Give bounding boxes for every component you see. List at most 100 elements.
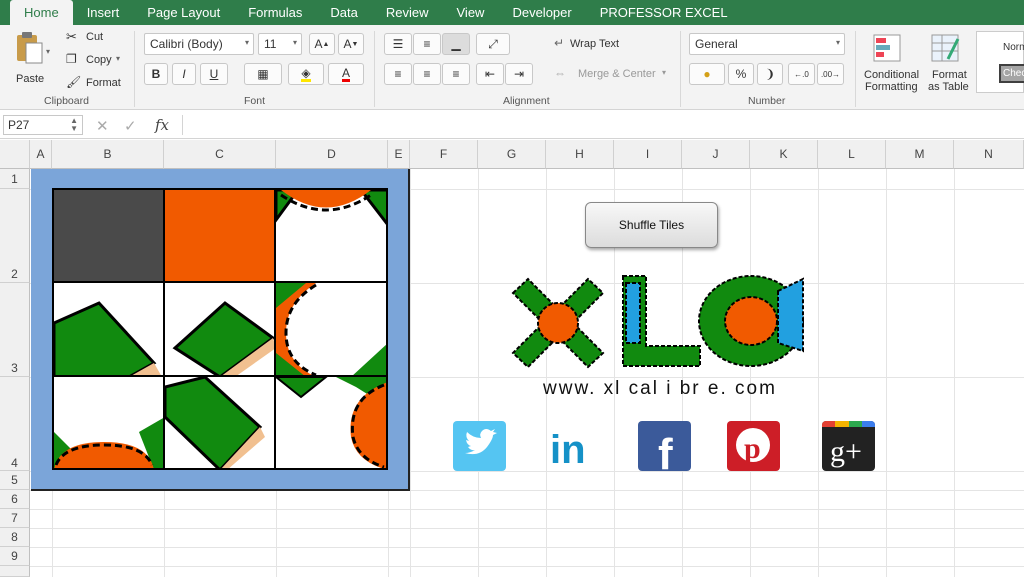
column-header-m[interactable]: M xyxy=(886,140,954,169)
insert-function-icon[interactable]: fx xyxy=(155,116,169,134)
row-header-10[interactable] xyxy=(0,566,30,577)
select-all-corner[interactable] xyxy=(0,140,30,169)
copy-button[interactable]: ❐ Copy ▾ xyxy=(66,52,126,68)
cancel-icon[interactable]: ✕ xyxy=(96,117,109,135)
tab-review[interactable]: Review xyxy=(372,0,443,25)
shuffle-tiles-button[interactable]: Shuffle Tiles xyxy=(585,202,718,248)
underline-button[interactable]: U xyxy=(200,63,228,85)
gridline xyxy=(546,169,547,577)
svg-text:in: in xyxy=(550,428,586,471)
accounting-button[interactable]: ● xyxy=(689,63,725,85)
format-as-table-button[interactable]: Format as Table xyxy=(926,31,974,93)
column-header-c[interactable]: C xyxy=(164,140,276,169)
style-normal[interactable]: Norm xyxy=(1003,42,1024,53)
align-right-button[interactable]: ≡ xyxy=(442,63,470,85)
cell-styles-gallery[interactable]: Norm Chec xyxy=(976,31,1024,93)
formula-input[interactable] xyxy=(182,115,1018,135)
puzzle-tile[interactable] xyxy=(164,376,275,469)
row-header-7[interactable]: 7 xyxy=(0,509,30,528)
font-size-select[interactable]: 11 ▾ xyxy=(258,33,302,55)
row-header-5[interactable]: 5 xyxy=(0,471,30,490)
chevron-down-icon: ▾ xyxy=(662,68,667,77)
italic-button[interactable]: I xyxy=(172,63,196,85)
align-middle-button[interactable]: ≡ xyxy=(413,33,441,55)
wrap-text-button[interactable]: ↵ Wrap Text xyxy=(554,36,634,52)
style-check-cell[interactable]: Chec xyxy=(999,64,1024,83)
number-format-select[interactable]: General ▾ xyxy=(689,33,845,55)
twitter-icon[interactable] xyxy=(453,421,506,471)
conditional-formatting-label-2: Formatting xyxy=(865,81,918,93)
column-header-b[interactable]: B xyxy=(52,140,164,169)
tab-formulas[interactable]: Formulas xyxy=(234,0,316,25)
checkmark-icon[interactable]: ✓ xyxy=(124,117,137,135)
row-header-1[interactable]: 1 xyxy=(0,169,30,189)
increase-decimal-button[interactable]: ←.0 xyxy=(788,63,815,85)
tab-page-layout[interactable]: Page Layout xyxy=(133,0,234,25)
column-header-i[interactable]: I xyxy=(614,140,682,169)
column-header-n[interactable]: N xyxy=(954,140,1024,169)
align-bottom-button[interactable]: ▁ xyxy=(442,33,470,55)
decrease-font-button[interactable]: A ▼ xyxy=(338,33,364,55)
puzzle-tile[interactable] xyxy=(53,376,164,469)
column-header-e[interactable]: E xyxy=(388,140,410,169)
column-header-k[interactable]: K xyxy=(750,140,818,169)
format-painter-button[interactable]: 🖌 Format xyxy=(66,75,126,91)
puzzle-tile-empty[interactable] xyxy=(53,189,164,282)
column-header-d[interactable]: D xyxy=(276,140,388,169)
borders-button[interactable]: ▦ xyxy=(244,63,282,85)
merge-center-button[interactable]: ⇔ Merge & Center ▾ xyxy=(554,66,674,82)
comma-style-button[interactable]: ❩ xyxy=(757,63,783,85)
tab-data[interactable]: Data xyxy=(316,0,371,25)
decrease-decimal-button[interactable]: .00→ xyxy=(817,63,844,85)
row-header-3[interactable]: 3 xyxy=(0,283,30,377)
orientation-button[interactable]: ⤢ xyxy=(476,33,510,55)
puzzle-tile[interactable] xyxy=(164,189,275,282)
format-painter-label: Format xyxy=(86,77,121,89)
increase-font-button[interactable]: A ▲ xyxy=(309,33,335,55)
paste-dropdown-icon[interactable]: ▾ xyxy=(46,47,50,56)
column-header-l[interactable]: L xyxy=(818,140,886,169)
fill-color-button[interactable]: ◈ xyxy=(288,63,324,85)
row-header-2[interactable]: 2 xyxy=(0,189,30,283)
bold-button[interactable]: B xyxy=(144,63,168,85)
tab-home[interactable]: Home xyxy=(10,0,73,25)
tab-view[interactable]: View xyxy=(443,0,499,25)
column-header-f[interactable]: F xyxy=(410,140,478,169)
tab-developer[interactable]: Developer xyxy=(498,0,585,25)
format-table-icon xyxy=(931,34,960,62)
puzzle-tile[interactable] xyxy=(275,282,387,376)
row-header-6[interactable]: 6 xyxy=(0,490,30,509)
align-left-button[interactable]: ≡ xyxy=(384,63,412,85)
name-box[interactable]: P27 ▲ ▼ xyxy=(3,115,83,135)
linkedin-icon[interactable]: in xyxy=(548,421,601,471)
percent-button[interactable]: % xyxy=(728,63,754,85)
column-header-h[interactable]: H xyxy=(546,140,614,169)
copy-dropdown-icon[interactable]: ▾ xyxy=(116,54,120,63)
increase-indent-button[interactable]: ⇥ xyxy=(505,63,533,85)
column-header-a[interactable]: A xyxy=(30,140,52,169)
facebook-icon[interactable]: f xyxy=(638,421,691,471)
decrease-indent-button[interactable]: ⇤ xyxy=(476,63,504,85)
column-header-j[interactable]: J xyxy=(682,140,750,169)
row-header-8[interactable]: 8 xyxy=(0,528,30,547)
font-color-button[interactable]: A xyxy=(328,63,364,85)
google-plus-icon[interactable]: g+ xyxy=(822,421,875,471)
cut-button[interactable]: ✂ Cut xyxy=(66,29,126,45)
paste-button[interactable]: Paste ▾ xyxy=(10,31,54,91)
align-top-button[interactable]: ☰ xyxy=(384,33,412,55)
merge-center-label: Merge & Center xyxy=(578,68,656,80)
puzzle-tile[interactable] xyxy=(275,376,387,469)
website-url[interactable]: www. xl cal i br e. com xyxy=(543,378,777,400)
puzzle-tile[interactable] xyxy=(53,282,164,376)
tab-professor-excel[interactable]: PROFESSOR EXCEL xyxy=(586,0,742,25)
row-header-4[interactable]: 4 xyxy=(0,377,30,471)
pinterest-icon[interactable]: p xyxy=(727,421,780,471)
font-name-select[interactable]: Calibri (Body) ▾ xyxy=(144,33,254,55)
align-center-button[interactable]: ≡ xyxy=(413,63,441,85)
puzzle-tile[interactable] xyxy=(275,189,387,282)
puzzle-tile[interactable] xyxy=(164,282,275,376)
column-header-g[interactable]: G xyxy=(478,140,546,169)
conditional-formatting-button[interactable]: Conditional Formatting xyxy=(862,31,924,93)
tab-insert[interactable]: Insert xyxy=(73,0,134,25)
row-header-9[interactable]: 9 xyxy=(0,547,30,566)
